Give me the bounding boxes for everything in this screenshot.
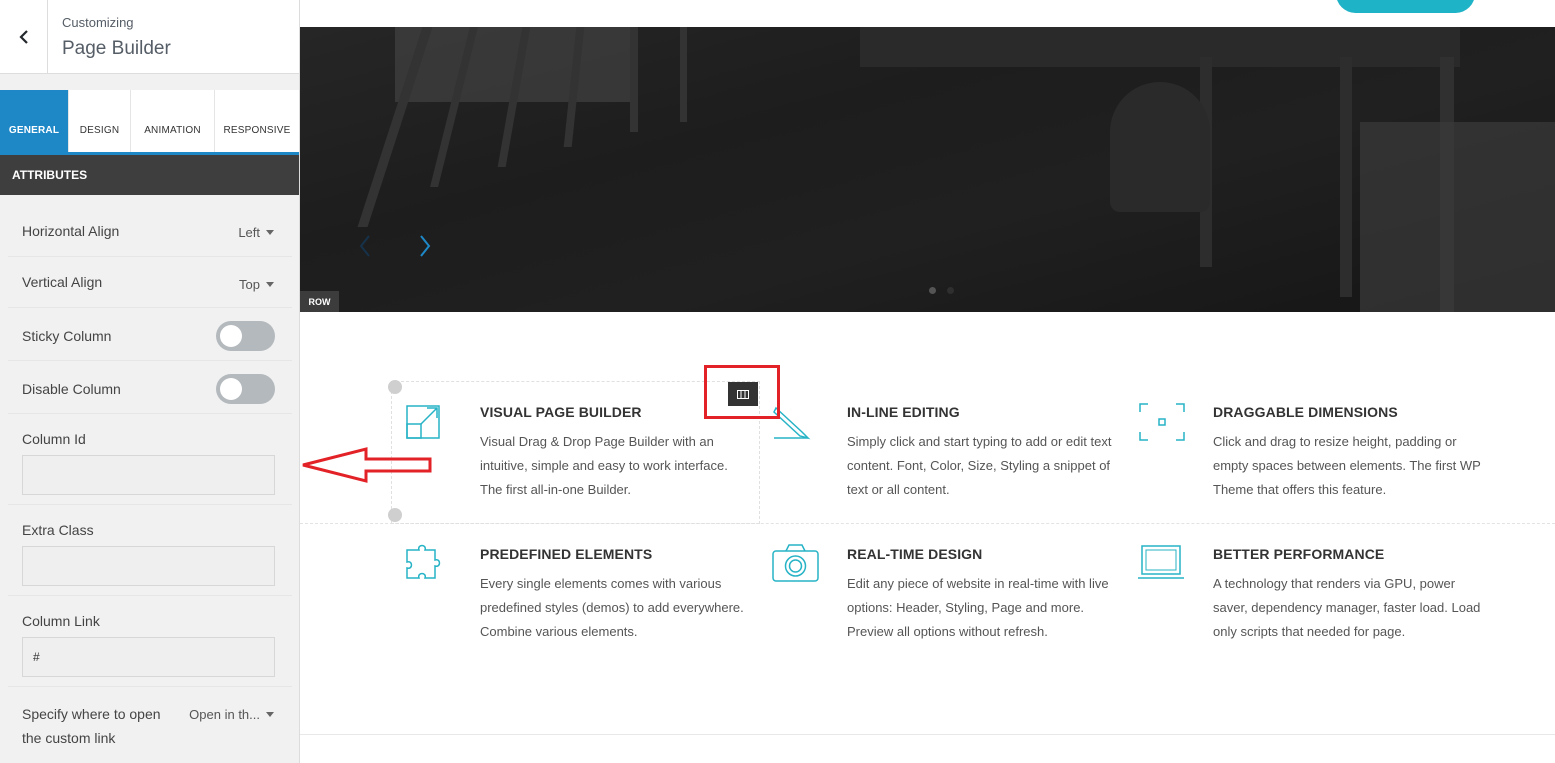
settings-tabs: GENERAL DESIGN ANIMATION RESPONSIVE	[0, 90, 299, 155]
feature-title: DRAGGABLE DIMENSIONS	[1213, 404, 1398, 420]
chevron-left-icon	[18, 29, 28, 44]
link-target-value: Open in th...	[189, 707, 260, 722]
disable-column-toggle[interactable]	[216, 374, 275, 404]
slider-dot[interactable]	[947, 287, 954, 294]
window-reflection	[1360, 122, 1555, 312]
sticky-column-label: Sticky Column	[22, 328, 112, 344]
resize-frame-icon	[1139, 403, 1185, 441]
caret-down-icon	[266, 230, 274, 235]
resize-handle-top[interactable]	[388, 380, 402, 394]
horizontal-align-value: Left	[238, 225, 260, 240]
customizing-label: Customizing	[62, 15, 134, 30]
toggle-knob	[220, 378, 242, 400]
rail-top	[860, 27, 1460, 67]
link-target-label: Specify where to open the custom link	[22, 706, 161, 746]
extra-class-label: Extra Class	[22, 522, 94, 538]
tab-general[interactable]: GENERAL	[0, 90, 69, 152]
row-badge[interactable]: ROW	[300, 291, 339, 312]
slider-dot-active[interactable]	[929, 287, 936, 294]
customizer-sidebar: Customizing Page Builder GENERAL DESIGN …	[0, 0, 300, 763]
horizontal-align-row: Horizontal Align Left	[8, 205, 292, 257]
disable-column-row: Disable Column	[8, 361, 292, 414]
disable-column-label: Disable Column	[22, 381, 121, 397]
rail-post	[680, 27, 687, 122]
slider-prev-arrow[interactable]	[355, 232, 375, 260]
feature-description: Edit any piece of website in real-time w…	[847, 576, 1109, 639]
vertical-align-row: Vertical Align Top	[8, 257, 292, 308]
link-target-select[interactable]: Open in th...	[189, 707, 274, 722]
external-link-icon	[406, 405, 440, 439]
column-link-row: Column Link	[8, 596, 292, 687]
column-id-label: Column Id	[22, 431, 86, 447]
horizontal-align-select[interactable]: Left	[238, 225, 274, 240]
column-id-input[interactable]	[22, 455, 275, 495]
slider-next-arrow[interactable]	[415, 232, 435, 260]
panel-title: Page Builder	[62, 38, 171, 59]
tab-responsive[interactable]: RESPONSIVE	[215, 90, 299, 152]
vertical-align-label: Vertical Align	[22, 274, 103, 290]
feature-description: Simply click and start typing to add or …	[847, 434, 1112, 497]
horizontal-align-label: Horizontal Align	[22, 223, 120, 239]
camera-icon	[772, 544, 819, 582]
extra-class-input[interactable]	[22, 546, 275, 586]
back-button[interactable]	[0, 0, 48, 73]
annotation-highlight-box	[704, 365, 780, 419]
rail-post	[1340, 57, 1352, 297]
extra-class-row: Extra Class	[8, 505, 292, 596]
hero-slider	[300, 27, 1555, 312]
vertical-align-select[interactable]: Top	[239, 277, 274, 292]
caret-down-icon	[266, 282, 274, 287]
puzzle-icon	[406, 544, 441, 579]
chair-shape	[1110, 82, 1210, 212]
feature-title: IN-LINE EDITING	[847, 404, 960, 420]
feature-description: Visual Drag & Drop Page Builder with an …	[480, 434, 728, 497]
feature-description: Click and drag to resize height, padding…	[1213, 434, 1481, 497]
resize-handle-bottom[interactable]	[388, 508, 402, 522]
header-cta-button[interactable]	[1336, 0, 1475, 13]
column-link-label: Column Link	[22, 613, 100, 629]
annotation-arrow-icon	[302, 447, 432, 483]
feature-description: Every single elements comes with various…	[480, 576, 744, 639]
feature-title: BETTER PERFORMANCE	[1213, 546, 1385, 562]
link-target-row: Specify where to open the custom link Op…	[8, 687, 292, 763]
feature-title: VISUAL PAGE BUILDER	[480, 404, 642, 420]
laptop-icon	[1138, 545, 1184, 579]
sticky-column-row: Sticky Column	[8, 308, 292, 361]
features-section: VISUAL PAGE BUILDER Visual Drag & Drop P…	[300, 312, 1555, 763]
column-id-row: Column Id	[8, 414, 292, 505]
tab-animation[interactable]: ANIMATION	[131, 90, 215, 152]
feature-title: PREDEFINED ELEMENTS	[480, 546, 653, 562]
toggle-knob	[220, 325, 242, 347]
feature-title: REAL-TIME DESIGN	[847, 546, 983, 562]
customizer-header: Customizing Page Builder	[0, 0, 299, 74]
column-link-input[interactable]	[22, 637, 275, 677]
tab-design[interactable]: DESIGN	[69, 90, 131, 152]
sticky-column-toggle[interactable]	[216, 321, 275, 351]
section-divider	[300, 734, 1555, 735]
caret-down-icon	[266, 712, 274, 717]
attributes-header: ATTRIBUTES	[0, 155, 299, 195]
vertical-align-value: Top	[239, 277, 260, 292]
feature-description: A technology that renders via GPU, power…	[1213, 576, 1481, 639]
rail-post	[630, 27, 638, 132]
